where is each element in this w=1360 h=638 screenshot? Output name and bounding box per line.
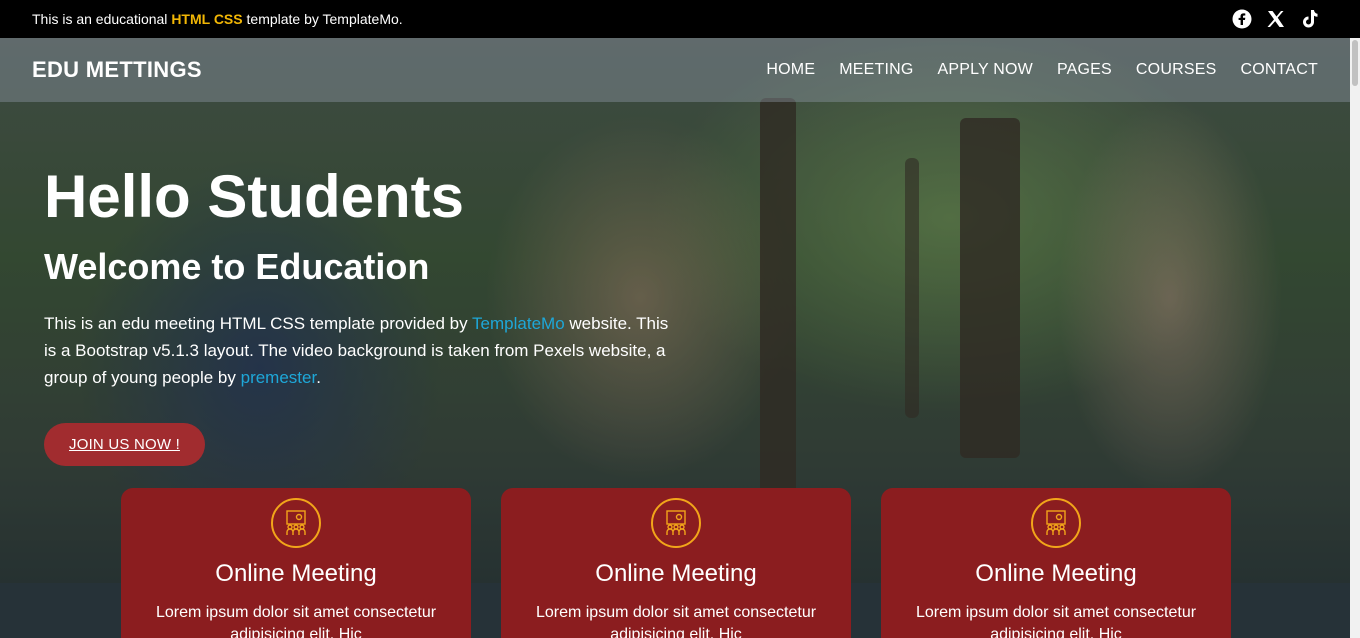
tiktok-icon[interactable] [1300,9,1320,29]
templatemo-link[interactable]: TemplateMo [472,314,565,333]
scrollbar-thumb[interactable] [1352,40,1358,86]
nav-contact[interactable]: CONTACT [1240,61,1318,79]
hero-subtitle: Welcome to Education [44,246,430,287]
nav-pages[interactable]: PAGES [1057,61,1112,79]
nav-meeting[interactable]: MEETING [839,61,913,79]
meeting-icon [1031,498,1081,548]
hero-title: Hello Students [44,163,465,230]
notice-highlight: HTML CSS [171,11,243,27]
card-text: Lorem ipsum dolor sit amet consectetur a… [155,604,437,638]
social-links [1232,9,1320,29]
top-bar: This is an educational HTML CSS template… [0,0,1360,38]
card-title: Online Meeting [595,560,757,587]
service-card[interactable]: Online Meeting Lorem ipsum dolor sit ame… [501,488,851,638]
site-logo[interactable]: EDU METTINGS [32,57,202,83]
service-card[interactable]: Online Meeting Lorem ipsum dolor sit ame… [881,488,1231,638]
meeting-icon [651,498,701,548]
desc-part-3: . [316,368,321,387]
notice-text-end: template by TemplateMo. [242,11,403,27]
nav-courses[interactable]: COURSES [1136,61,1217,79]
nav-apply-now[interactable]: APPLY NOW [938,61,1033,79]
premester-link[interactable]: premester [241,368,317,387]
nav-home[interactable]: HOME [766,61,815,79]
hero-description: This is an edu meeting HTML CSS template… [44,310,684,391]
facebook-icon[interactable] [1232,9,1252,29]
x-icon[interactable] [1266,9,1286,29]
card-text: Lorem ipsum dolor sit amet consectetur a… [915,604,1197,638]
card-title: Online Meeting [975,560,1137,587]
site-header: EDU METTINGS HOME MEETING APPLY NOW PAGE… [0,38,1350,102]
top-notice: This is an educational HTML CSS template… [32,11,403,27]
join-us-button[interactable]: JOIN US NOW ! [44,423,205,466]
main-nav: HOME MEETING APPLY NOW PAGES COURSES CON… [766,61,1318,79]
service-card[interactable]: Online Meeting Lorem ipsum dolor sit ame… [121,488,471,638]
scrollbar[interactable] [1350,38,1360,638]
desc-part-1: This is an edu meeting HTML CSS template… [44,314,473,333]
meeting-icon [271,498,321,548]
card-title: Online Meeting [215,560,377,587]
notice-text: This is an educational [32,11,172,27]
card-text: Lorem ipsum dolor sit amet consectetur a… [535,604,817,638]
hero-content: Hello Students Welcome to Education This… [44,160,684,466]
